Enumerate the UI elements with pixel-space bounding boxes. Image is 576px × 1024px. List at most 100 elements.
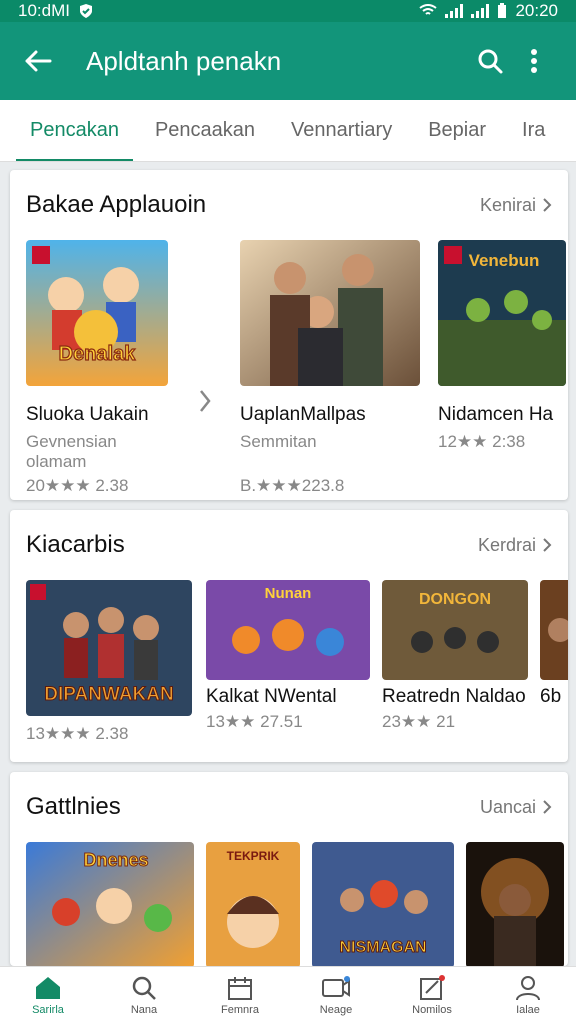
thumb-text: NISMAGAN bbox=[339, 939, 426, 956]
section-title: Kiacarbis bbox=[26, 531, 125, 558]
calendar-icon bbox=[228, 977, 252, 1000]
status-bar: 10:dMI 20:20 bbox=[0, 0, 576, 22]
thumb-text: DIPANWAKAN bbox=[44, 684, 173, 705]
shield-icon bbox=[79, 4, 92, 18]
app-thumbnail: TEKPRIK bbox=[206, 842, 300, 966]
nav-label: Nomilos bbox=[412, 1004, 452, 1016]
see-more-link[interactable]: Kenirai bbox=[480, 195, 552, 216]
app-item[interactable]: UaplanMallpas Semmitan B.★★★223.8 bbox=[240, 240, 440, 496]
app-subtitle: Gevnensian olamam bbox=[26, 432, 117, 471]
app-rating: 23★★ 21 bbox=[382, 712, 456, 731]
app-item[interactable] bbox=[466, 842, 564, 966]
app-thumbnail: NISMAGAN bbox=[312, 842, 454, 966]
nav-label: Femnra bbox=[221, 1004, 259, 1016]
app-thumbnail: Denalak bbox=[26, 240, 168, 386]
signal-icon bbox=[445, 4, 464, 18]
tab-ira[interactable]: Ira bbox=[508, 100, 559, 161]
app-thumbnail bbox=[240, 240, 420, 386]
app-item[interactable]: Nunan Kalkat NWental 13★★ 27.51 bbox=[206, 580, 376, 732]
app-item[interactable]: DONGON Reatredn Naldao 23★★ 21 bbox=[382, 580, 542, 732]
nav-home[interactable]: Sarirla bbox=[0, 967, 96, 1024]
section-title: Gattlnies bbox=[26, 793, 121, 820]
thumb-text: Denalak bbox=[59, 343, 137, 365]
see-more-link[interactable]: Kerdrai bbox=[478, 535, 552, 556]
chevron-right-icon bbox=[543, 800, 552, 814]
tab-pencakan[interactable]: Pencakan bbox=[16, 100, 133, 161]
bottom-nav: Sarirla Nana Femnra Neage Nomilos Ialae bbox=[0, 966, 576, 1024]
app-rating: 20★★★ 2.38 bbox=[26, 476, 129, 495]
app-rating: 13★★ 27.51 bbox=[206, 712, 303, 731]
section-card: Bakae Applauoin Kenirai Denalak Sluoka U… bbox=[10, 170, 568, 500]
app-item[interactable]: Venebun Nidamcen Ha 12★★ 2:38 bbox=[438, 240, 568, 452]
nav-label: Neage bbox=[319, 1004, 353, 1016]
app-thumbnail: Dnenes bbox=[26, 842, 194, 966]
see-more-label: Kerdrai bbox=[477, 534, 536, 555]
back-arrow-icon bbox=[25, 50, 52, 72]
app-rating: 13★★★ 2.38 bbox=[26, 724, 129, 743]
see-more-label: Uancai bbox=[479, 796, 536, 817]
section-title: Bakae Applauoin bbox=[26, 191, 207, 218]
see-more-label: Kenirai bbox=[479, 194, 536, 215]
app-thumbnail bbox=[540, 580, 568, 680]
status-time: 10:dMI bbox=[18, 1, 70, 20]
app-rating: 12★★ 2:38 bbox=[438, 432, 526, 451]
thumb-text: DONGON bbox=[419, 591, 491, 608]
home-icon bbox=[36, 977, 60, 999]
app-thumbnail: Venebun bbox=[438, 240, 566, 386]
thumb-text: Nunan bbox=[265, 585, 312, 602]
page-title: Apldtanh penakn bbox=[86, 45, 282, 76]
chevron-right-icon bbox=[543, 198, 552, 212]
overflow-menu-button[interactable] bbox=[512, 39, 556, 83]
app-name: Reatredn Naldao bbox=[382, 686, 526, 707]
thumb-text: TEKPRIK bbox=[227, 849, 280, 863]
app-item[interactable]: Denalak Sluoka Uakain Gevnensian olamam … bbox=[26, 240, 216, 496]
search-icon bbox=[478, 49, 503, 74]
nav-label: Sarirla bbox=[32, 1004, 64, 1016]
see-more-link[interactable]: Uancai bbox=[480, 797, 552, 818]
app-name: Sluoka Uakain bbox=[26, 404, 149, 425]
tab-pencaakan[interactable]: Pencaakan bbox=[141, 100, 269, 161]
app-name: UaplanMallpas bbox=[240, 404, 366, 425]
wifi-icon bbox=[419, 4, 438, 15]
thumb-text: Dnenes bbox=[83, 850, 148, 870]
nav-profile[interactable]: Ialae bbox=[480, 967, 576, 1024]
tab-bepiar[interactable]: Bepiar bbox=[414, 100, 500, 161]
thumb-text: Venebun bbox=[469, 251, 540, 270]
app-bar: Apldtanh penakn bbox=[0, 22, 576, 100]
nav-video[interactable]: Neage bbox=[288, 967, 384, 1024]
chevron-right-icon[interactable] bbox=[198, 388, 212, 414]
app-name: 6b bbox=[540, 686, 562, 707]
signal2-icon bbox=[471, 4, 490, 18]
tab-bar: Pencakan Pencaakan Vennartiary Bepiar Ir… bbox=[0, 100, 576, 162]
app-item[interactable]: NISMAGAN bbox=[312, 842, 454, 966]
more-vert-icon bbox=[531, 49, 537, 73]
app-name: Nidamcen Ha bbox=[438, 404, 554, 425]
person-icon bbox=[516, 976, 540, 1001]
nav-calendar[interactable]: Femnra bbox=[192, 967, 288, 1024]
app-name: Kalkat NWental bbox=[206, 686, 337, 707]
search-button[interactable] bbox=[468, 39, 512, 83]
status-clock: 20:20 bbox=[515, 1, 558, 20]
battery-icon bbox=[498, 3, 507, 18]
nav-label: Nana bbox=[130, 1004, 158, 1016]
app-thumbnail: Nunan bbox=[206, 580, 370, 680]
app-item[interactable]: 6b bbox=[540, 580, 568, 708]
back-button[interactable] bbox=[20, 43, 56, 79]
app-item[interactable]: Dnenes bbox=[26, 842, 194, 966]
nav-search[interactable]: Nana bbox=[96, 967, 192, 1024]
app-thumbnail: DIPANWAKAN bbox=[26, 580, 192, 716]
search-icon bbox=[132, 976, 156, 1000]
app-item[interactable]: DIPANWAKAN 13★★★ 2.38 bbox=[26, 580, 196, 744]
tab-vennartiary[interactable]: Vennartiary bbox=[277, 100, 406, 161]
video-icon bbox=[322, 976, 350, 997]
app-thumbnail bbox=[466, 842, 564, 966]
section-card: Kiacarbis Kerdrai DIPANWAKAN 13★★★ 2.38 bbox=[10, 510, 568, 762]
edit-icon bbox=[420, 975, 445, 1000]
nav-edit[interactable]: Nomilos bbox=[384, 967, 480, 1024]
app-subtitle: Semmitan bbox=[240, 432, 317, 451]
section-card: Gattlnies Uancai Dnenes TEKPRIK NISMAGAN bbox=[10, 772, 568, 966]
chevron-right-icon bbox=[543, 538, 552, 552]
nav-label: Ialae bbox=[516, 1004, 540, 1016]
app-item[interactable]: TEKPRIK bbox=[206, 842, 300, 966]
app-rating: B.★★★223.8 bbox=[240, 476, 345, 495]
